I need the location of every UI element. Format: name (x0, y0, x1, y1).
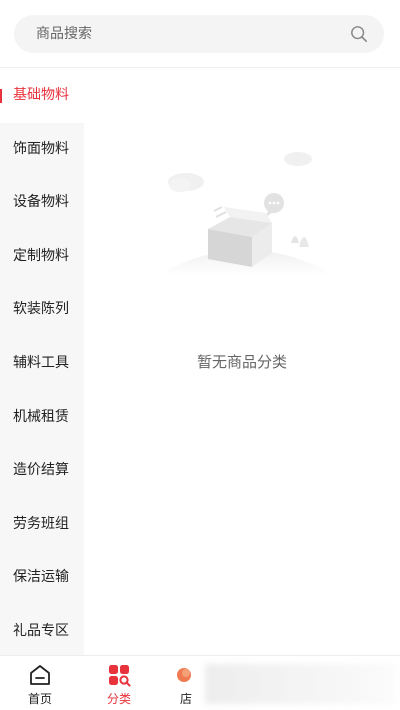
blurred-region (205, 664, 395, 704)
sidebar-item-label: 礼品专区 (13, 622, 69, 639)
sidebar-item-basic-materials[interactable]: 基础物料 (0, 69, 84, 123)
sidebar-item-cleaning-transport[interactable]: 保洁运输 (0, 551, 84, 605)
empty-box-illustration (158, 152, 334, 275)
sidebar-item-labor-teams[interactable]: 劳务班组 (0, 498, 84, 552)
category-content: 暂无商品分类 (84, 69, 400, 655)
sidebar-item-gift-zone[interactable]: 礼品专区 (0, 605, 84, 655)
home-icon (30, 665, 50, 685)
sidebar-item-custom-materials[interactable]: 定制物料 (0, 230, 84, 284)
sidebar-item-equipment-materials[interactable]: 设备物料 (0, 176, 84, 230)
sidebar-item-auxiliary-tools[interactable]: 辅料工具 (0, 337, 84, 391)
category-icon (109, 665, 131, 687)
search-bar[interactable] (14, 15, 384, 53)
sidebar-item-label: 造价结算 (13, 462, 69, 479)
store-icon (177, 668, 191, 682)
sidebar-item-soft-furnishing[interactable]: 软装陈列 (0, 283, 84, 337)
sidebar-item-label: 劳务班组 (13, 515, 69, 532)
search-header (0, 0, 400, 68)
bottom-tabbar: 首页 分类 店 (0, 655, 400, 710)
sidebar-item-label: 辅料工具 (13, 354, 69, 371)
tab-home-label: 首页 (27, 692, 52, 706)
category-sidebar: 基础物料 饰面物料 设备物料 定制物料 软装陈列 辅料工具 机械租赁 造价结算 … (0, 69, 84, 655)
sidebar-item-label: 设备物料 (13, 194, 69, 211)
sidebar-item-label: 保洁运输 (13, 569, 69, 586)
tab-home[interactable]: 首页 (0, 656, 80, 710)
sidebar-item-cost-settlement[interactable]: 造价结算 (0, 444, 84, 498)
sidebar-item-label: 机械租赁 (13, 408, 69, 425)
search-icon[interactable] (350, 25, 368, 43)
sidebar-item-machinery-rental[interactable]: 机械租赁 (0, 391, 84, 445)
sidebar-item-label: 定制物料 (13, 247, 69, 264)
sidebar-item-finish-materials[interactable]: 饰面物料 (0, 123, 84, 177)
empty-state-text: 暂无商品分类 (196, 353, 287, 371)
sidebar-item-label: 饰面物料 (13, 140, 69, 157)
sidebar-item-label: 软装陈列 (13, 301, 69, 318)
search-input[interactable] (36, 15, 336, 53)
sidebar-item-label: 基础物料 (13, 87, 69, 103)
